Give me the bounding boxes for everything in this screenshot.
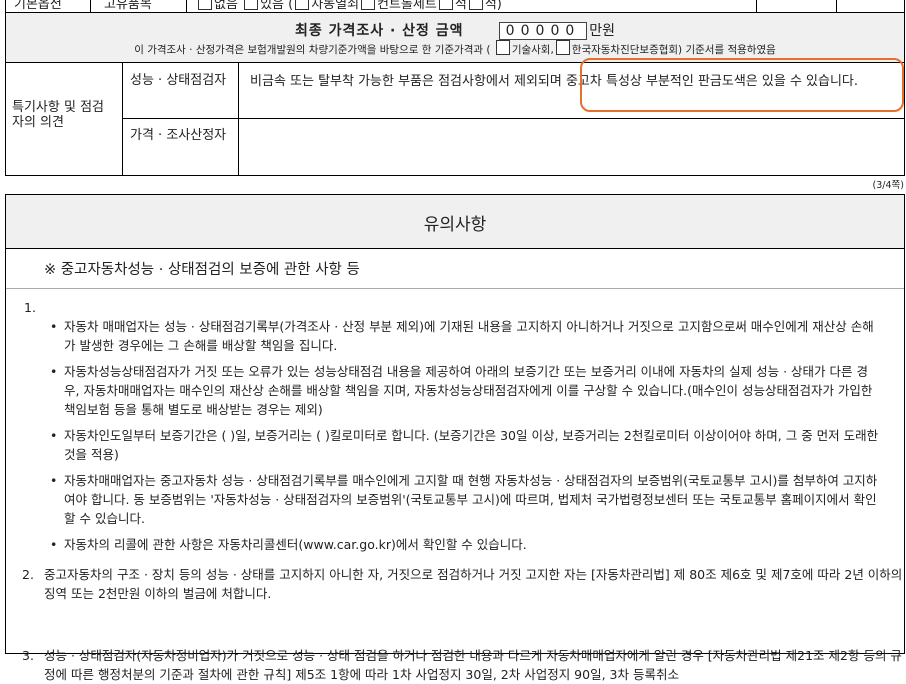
notice-subtitle: ※ 중고자동차성능 · 상태점검의 보증에 관한 사항 등: [44, 262, 360, 278]
divider: [122, 118, 904, 119]
paren-close: ): [496, 0, 502, 12]
checkbox-d[interactable]: [468, 0, 483, 10]
divider: [756, 0, 757, 13]
price-digit: 0: [550, 23, 566, 39]
price-note-opt1: 기술사회,: [511, 44, 554, 56]
opt-none-label: 없음: [214, 0, 238, 12]
opt-d-label: 적: [484, 0, 497, 12]
notice-bullet: 자동차매매업자는 중고자동차 성능 · 상태점검기록부를 매수인에게 고지할 때…: [46, 471, 882, 528]
divider: [238, 63, 239, 175]
highlight-annotation: [580, 58, 904, 112]
price-digit: 0: [535, 23, 551, 39]
notice-bullet: 자동차 매매업자는 성능 · 상태점검기록부(가격조사 · 산정 부분 제외)에…: [46, 317, 882, 355]
price-amount-box: 00000: [498, 22, 588, 40]
checkbox-tech-society[interactable]: [495, 40, 510, 55]
price-note-text: 이 가격조사 · 산정가격은 보험개발원의 차량기준가액을 바탕으로 한 기준가…: [134, 44, 491, 56]
remarks-row2-label: 가격 · 조사산정자: [130, 128, 227, 143]
divider: [122, 63, 123, 175]
top-row-options: 없음 있음 ( 자동열쇠 컨트롤세트 적 적): [196, 0, 502, 12]
remarks-row1-label: 성능 · 상태점검자: [130, 73, 227, 88]
price-unit: 만원: [589, 23, 616, 39]
price-note-opt2: 한국자동차진단보증협회) 기준서를 적용하였음: [571, 44, 776, 56]
checkbox-a[interactable]: [295, 0, 310, 10]
notice-item2-text: 중고자동차의 구조 · 장치 등의 성능 · 상태를 고지하지 아니한 자, 거…: [44, 567, 903, 601]
notice-bullet: 자동차인도일부터 보증기간은 ( )일, 보증거리는 ( )킬로미터로 합니다.…: [46, 426, 882, 464]
remarks-section-label: 특기사항 및 점검자의 의견: [12, 100, 104, 130]
notice-item2-number: 2.: [22, 567, 34, 582]
opt-some-label: 있음: [260, 0, 284, 12]
paren-open: (: [288, 0, 294, 12]
checkbox-c[interactable]: [438, 0, 453, 10]
notice-item2: 2. 중고자동차의 구조 · 장치 등의 성능 · 상태를 고지하지 아니한 자…: [22, 565, 904, 603]
checkbox-none[interactable]: [198, 0, 212, 10]
price-note: 이 가격조사 · 산정가격은 보험개발원의 차량기준가액을 바탕으로 한 기준가…: [5, 40, 905, 57]
notice-bullets: 자동차 매매업자는 성능 · 상태점검기록부(가격조사 · 산정 부분 제외)에…: [46, 317, 882, 560]
divider: [6, 288, 904, 289]
price-title-row: 최종 가격조사 · 산정 금액 00000 만원: [5, 20, 905, 40]
top-row-col2: 고유품목: [104, 0, 152, 12]
notice-title: 유의사항: [423, 215, 487, 235]
divider: [90, 0, 91, 13]
divider: [836, 0, 837, 13]
notice-item3: 3. 성능 · 상태점검자(자동차정비업자)가 거짓으로 성능 · 상태 점검을…: [22, 646, 904, 684]
opt-b-label: 컨트롤세트: [377, 0, 437, 12]
opt-a-label: 자동열쇠: [311, 0, 360, 12]
notice-bullet: 자동차의 리콜에 관한 사항은 자동차리콜센터(www.car.go.kr)에서…: [46, 535, 882, 554]
price-digit: 0: [520, 23, 536, 39]
checkbox-kadia[interactable]: [555, 40, 570, 55]
opt-c-label: 적: [454, 0, 467, 12]
checkbox-some[interactable]: [244, 0, 259, 10]
price-digit: 0: [565, 23, 581, 39]
top-row-label: 기본옵션: [14, 0, 62, 12]
page-number: (3/4쪽): [872, 180, 904, 191]
notice-item3-text: 성능 · 상태점검자(자동차정비업자)가 거짓으로 성능 · 상태 점검을 하거…: [44, 648, 902, 682]
divider: [186, 0, 187, 13]
notice-item1-number: 1.: [24, 300, 36, 315]
checkbox-b[interactable]: [361, 0, 376, 10]
price-digit: 0: [505, 23, 521, 39]
notice-bullet: 자동차성능상태점검자가 거짓 또는 오류가 있는 성능상태점검 내용을 제공하여…: [46, 362, 882, 419]
notice-item3-number: 3.: [22, 648, 34, 663]
price-title: 최종 가격조사 · 산정 금액: [294, 23, 464, 39]
